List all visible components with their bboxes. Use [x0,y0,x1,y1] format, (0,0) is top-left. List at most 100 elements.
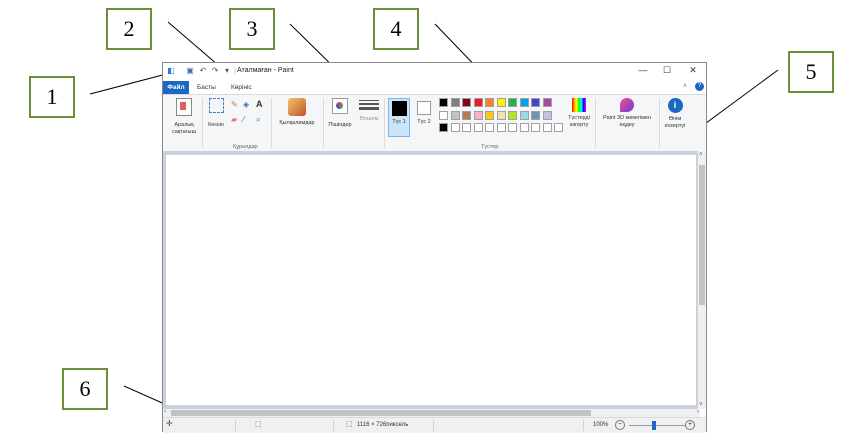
pencil-icon[interactable]: ✎ [231,100,238,109]
zoom-slider[interactable] [629,425,685,426]
shapes-button[interactable]: Пішіндер [325,98,355,129]
save-icon[interactable]: ▣ [185,66,195,76]
palette-swatch[interactable] [485,123,494,132]
palette-swatch[interactable] [439,110,448,120]
scroll-right-icon[interactable]: › [697,409,699,415]
palette-swatch[interactable] [542,123,552,132]
ribbon-separator [595,98,596,148]
paint3d-label: Paint 3D көмегімен өңдеу [602,115,652,128]
horizontal-scrollbar[interactable]: ‹ › [163,409,700,417]
zoom-out-icon[interactable]: − [615,420,625,430]
palette-swatch[interactable] [450,123,460,132]
drawing-canvas[interactable] [166,155,696,405]
status-bar: ✛ ⬚ ⬚ 1116 × 726пиксель 100% − + [163,417,706,433]
callout-6: 6 [62,368,108,410]
magnifier-icon[interactable]: ⌕ [256,115,260,125]
clipboard-icon [176,98,192,116]
help-icon[interactable]: ? [695,82,704,91]
collapse-ribbon-icon[interactable]: ˄ [683,83,687,90]
edit-colors-button[interactable]: Түстерді өзгерту [565,98,593,128]
select-button[interactable]: Кескін [204,98,228,129]
selection-size-icon: ⬚ [255,421,262,428]
palette-swatch[interactable] [450,98,460,107]
palette-swatch[interactable] [473,123,483,132]
palette-swatch[interactable] [542,110,552,120]
redo-icon[interactable]: ↷ [210,66,220,76]
palette-swatch[interactable] [496,110,506,120]
palette-swatch[interactable] [473,110,483,120]
palette-swatch[interactable] [496,123,506,132]
palette-swatch[interactable] [542,98,552,107]
status-separator [235,420,236,431]
canvas-area [163,151,700,409]
text-icon[interactable]: A [256,99,263,109]
zoom-in-icon[interactable]: + [685,420,695,430]
color2-swatch [417,101,431,115]
paint-window: ◧ ▣ ↶ ↷ ▾ | Аталмаған - Paint — ☐ ✕ Файл… [162,62,707,433]
paint-app-icon[interactable]: ◧ [166,66,176,76]
colors-group-label: Түстер [481,144,499,150]
undo-icon[interactable]: ↶ [198,66,208,76]
palette-swatch[interactable] [554,123,563,132]
tab-file[interactable]: Файл [163,81,189,94]
clipboard-button[interactable]: Аралық сақтағыш [168,98,200,135]
color1-button[interactable]: Түс 1 [388,98,410,137]
tab-home[interactable]: Басты [191,81,222,94]
palette-swatch[interactable] [508,98,517,107]
vertical-scrollbar[interactable]: ˄ ˅ [698,151,706,409]
scroll-down-icon[interactable]: ˅ [699,402,703,408]
tools-group-label: Құралдар [233,144,258,150]
shapes-label: Пішіндер [328,122,352,128]
palette-swatch[interactable] [462,98,471,107]
callout-2: 2 [106,8,152,50]
info-icon: i [667,98,683,113]
horizontal-scroll-thumb[interactable] [171,410,591,416]
zoom-slider-thumb[interactable] [652,421,656,430]
eraser-icon[interactable]: ▰ [231,115,237,124]
product-alert-button[interactable]: i Өнім ескертуі [659,98,691,129]
palette-swatch[interactable] [439,123,448,132]
scroll-left-icon[interactable]: ‹ [164,409,166,415]
palette-swatch[interactable] [508,110,517,120]
palette-swatch[interactable] [531,98,540,107]
palette-swatch[interactable] [531,110,540,120]
palette-swatch[interactable] [531,123,540,132]
window-title: Аталмаған - Paint [237,67,294,74]
callout-3: 3 [229,8,275,50]
palette-swatch[interactable] [473,98,483,107]
palette-swatch[interactable] [450,110,460,120]
callout-4: 4 [373,8,419,50]
paint3d-button[interactable]: Paint 3D көмегімен өңдеу [597,98,657,128]
status-separator [583,420,584,431]
minimize-button[interactable]: — [633,65,653,77]
palette-swatch[interactable] [439,98,448,107]
color1-label: Түс 1 [392,119,406,125]
close-button[interactable]: ✕ [683,65,703,77]
palette-swatch[interactable] [496,98,506,107]
ribbon-tabs: Файл Басты Көрініс ˄ ? [163,81,706,94]
brushes-button[interactable]: Қылқаламдар [274,98,320,127]
color1-swatch [391,101,407,116]
palette-swatch[interactable] [519,123,529,132]
palette-swatch[interactable] [508,123,517,132]
zoom-level: 100% [593,422,609,428]
scroll-up-icon[interactable]: ˄ [699,152,703,158]
tab-view[interactable]: Көрініс [225,81,258,94]
color-picker-icon[interactable]: ⁄ [243,115,244,124]
ribbon-separator [323,98,324,148]
fill-icon[interactable]: ◈ [243,100,249,109]
line-size-icon [359,100,379,110]
brush-icon [288,98,306,116]
size-button[interactable]: Өлшем [357,98,381,123]
product-alert-label: Өнім ескертуі [664,116,686,129]
color2-button[interactable]: Түс 2 [415,98,433,126]
shapes-icon [332,98,348,114]
palette-swatch[interactable] [485,110,494,120]
vertical-scroll-thumb[interactable] [699,165,705,305]
maximize-button[interactable]: ☐ [657,65,677,77]
palette-swatch[interactable] [462,110,471,120]
palette-swatch[interactable] [519,110,529,120]
palette-swatch[interactable] [519,98,529,107]
palette-swatch[interactable] [462,123,471,132]
palette-swatch[interactable] [485,98,494,107]
